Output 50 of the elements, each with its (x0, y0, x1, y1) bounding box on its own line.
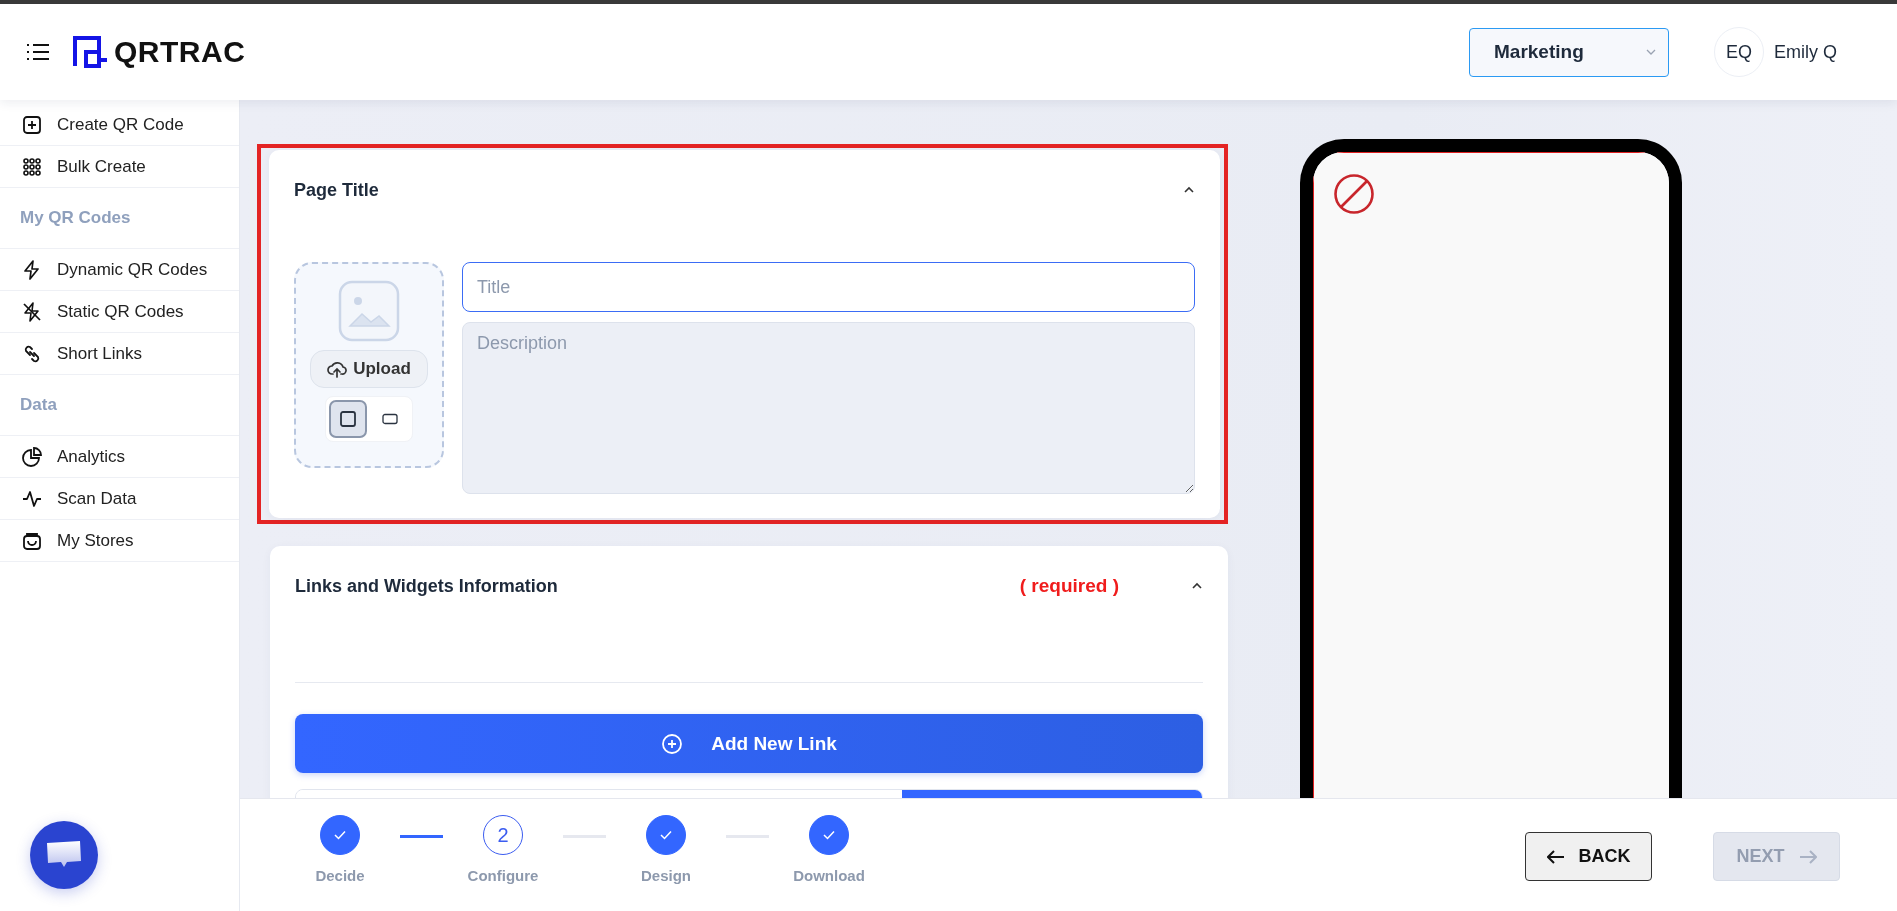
lightning-icon (22, 259, 42, 280)
team-dropdown[interactable]: Marketing (1469, 27, 1669, 77)
title-field[interactable]: Title (462, 262, 1195, 312)
description-field[interactable]: Description (462, 322, 1195, 494)
arrow-right-icon (1798, 849, 1817, 864)
sidebar-heading: My QR Codes (19, 208, 131, 228)
sidebar-item[interactable]: Scan Data (0, 478, 239, 520)
check-icon (334, 830, 346, 840)
arrow-left-icon (1546, 849, 1565, 864)
sidebar-item[interactable]: Dynamic QR Codes (0, 249, 239, 291)
user-avatar[interactable]: EQ (1714, 27, 1764, 77)
back-button[interactable]: BACK (1525, 832, 1652, 881)
sidebar-item[interactable]: Bulk Create (0, 146, 239, 188)
user-name[interactable]: Emily Q (1774, 41, 1837, 63)
square-icon (340, 411, 356, 427)
upload-area[interactable]: Upload (294, 262, 444, 468)
plus-square-icon (22, 114, 42, 135)
chevron-up-icon[interactable] (1183, 186, 1195, 194)
menu-icon (26, 44, 50, 60)
chevron-up-icon[interactable] (1191, 582, 1203, 590)
step-circle: 2 (483, 815, 523, 855)
sidebar-item[interactable]: Create QR Code (0, 104, 239, 146)
bag-icon (22, 530, 42, 551)
card-title: Links and Widgets Information (295, 575, 558, 597)
upload-button[interactable]: Upload (310, 350, 428, 388)
prohibited-icon (1333, 173, 1375, 215)
lightning-off-icon (22, 301, 42, 322)
shape-option[interactable] (329, 400, 367, 438)
add-link-button[interactable]: Add New Link (295, 714, 1203, 773)
check-icon (660, 830, 672, 840)
rectangle-icon (382, 413, 398, 425)
logo-text: QRTRAC (114, 35, 246, 69)
card-title: Page Title (294, 179, 379, 201)
chevron-down-icon (1646, 49, 1656, 55)
chat-button[interactable] (30, 821, 98, 889)
pulse-icon (22, 488, 42, 509)
sidebar-item[interactable]: Short Links (0, 333, 239, 375)
image-placeholder-icon (338, 280, 400, 342)
pie-chart-icon (22, 446, 42, 467)
sidebar-heading: Data (19, 395, 57, 415)
cloud-upload-icon (327, 360, 348, 378)
plus-circle-icon (661, 732, 684, 755)
check-icon (823, 830, 835, 840)
logo-icon (72, 35, 108, 69)
required-note: ( required ) (1019, 575, 1119, 597)
sidebar-item[interactable]: Analytics (0, 436, 239, 478)
sidebar-item[interactable]: My Stores (0, 520, 239, 562)
sidebar-item[interactable]: Static QR Codes (0, 291, 239, 333)
dot-grid-icon (22, 156, 42, 177)
link-icon (22, 343, 42, 364)
